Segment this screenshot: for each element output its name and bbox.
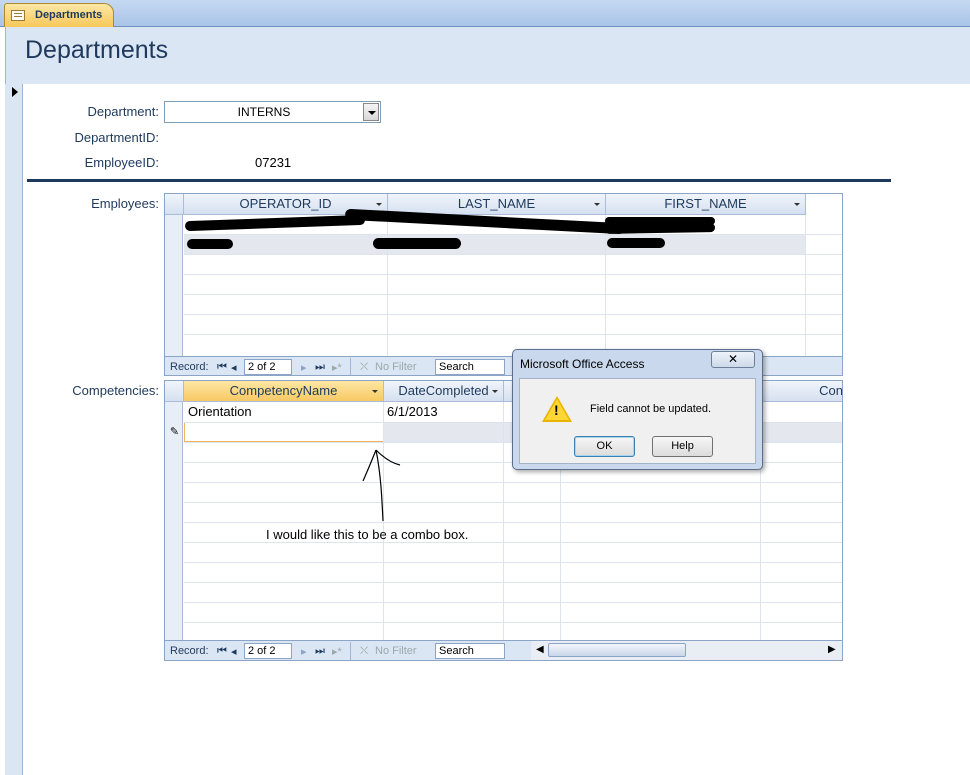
grid-line — [184, 582, 842, 583]
scroll-thumb[interactable] — [548, 643, 686, 657]
search-input[interactable]: Search — [435, 359, 505, 375]
select-all-corner[interactable] — [165, 381, 184, 402]
first-record-icon[interactable]: ⏮ — [217, 361, 227, 374]
next-record-icon[interactable]: ▸ — [301, 645, 307, 658]
new-record-icon[interactable]: ▸* — [332, 361, 342, 374]
redaction-scribble — [373, 238, 461, 249]
close-icon: ✕ — [727, 352, 739, 366]
select-all-corner[interactable] — [165, 194, 184, 215]
employees-label: Employees: — [91, 196, 159, 211]
record-position-input[interactable]: 2 of 2 — [244, 359, 292, 375]
scroll-right-icon[interactable]: ▶ — [828, 644, 836, 655]
redaction-scribble — [187, 239, 233, 249]
filter-status[interactable]: No Filter — [375, 361, 417, 373]
scroll-left-icon[interactable]: ◀ — [536, 644, 544, 655]
record-label: Record: — [170, 645, 209, 657]
horizontal-scrollbar[interactable]: ◀ ▶ — [531, 640, 842, 660]
hand-drawn-arrow — [362, 449, 401, 522]
form-icon — [11, 10, 25, 21]
help-button[interactable]: Help — [652, 436, 713, 457]
document-tab-strip — [0, 0, 970, 27]
chevron-down-icon[interactable] — [376, 203, 382, 206]
competency-name-cell[interactable]: Orientation — [188, 404, 252, 419]
record-selector-bar[interactable] — [5, 84, 23, 775]
grid-line — [184, 622, 842, 623]
departmentid-label: DepartmentID: — [74, 130, 159, 145]
table-row[interactable] — [184, 234, 806, 254]
department-value: INTERNS — [237, 105, 291, 119]
row-selector-column[interactable] — [165, 215, 183, 356]
previous-record-icon[interactable]: ◂ — [231, 645, 237, 658]
filter-status[interactable]: No Filter — [375, 645, 417, 657]
grid-line — [184, 482, 842, 483]
error-dialog: Microsoft Office Access ✕ ! Field cannot… — [512, 349, 763, 470]
competencies-label: Competencies: — [72, 383, 159, 398]
chevron-down-icon[interactable] — [594, 203, 600, 206]
search-input[interactable]: Search — [435, 643, 505, 659]
section-divider — [27, 179, 891, 182]
employeeid-value: 07231 — [255, 155, 292, 170]
no-filter-icon[interactable]: ⛌ — [360, 361, 368, 374]
nav-separator — [350, 642, 351, 660]
grid-line — [184, 254, 842, 255]
grid-line — [184, 542, 842, 543]
chevron-down-icon[interactable] — [363, 103, 379, 121]
first-record-icon[interactable]: ⏮ — [217, 645, 227, 658]
redaction-scribble — [184, 214, 366, 232]
previous-record-icon[interactable]: ◂ — [231, 361, 237, 374]
column-header-date-completed[interactable]: DateCompleted — [384, 381, 504, 402]
redaction-scribble — [605, 217, 715, 225]
column-header-competency-name[interactable]: CompetencyName — [184, 381, 384, 402]
department-combo[interactable]: INTERNS — [164, 101, 381, 123]
new-record-icon[interactable]: ▸* — [332, 645, 342, 658]
dialog-body: ! Field cannot be updated. OK Help — [519, 378, 756, 464]
last-record-icon[interactable]: ⏭ — [315, 361, 325, 374]
tab-departments[interactable]: Departments — [4, 3, 114, 27]
grid-line — [184, 522, 842, 523]
chevron-down-icon[interactable] — [372, 390, 378, 393]
dialog-title: Microsoft Office Access — [520, 357, 645, 371]
column-header-first-name[interactable]: FIRST_NAME — [606, 194, 806, 215]
tab-label: Departments — [35, 9, 103, 21]
last-record-icon[interactable]: ⏭ — [315, 645, 325, 658]
close-button[interactable]: ✕ — [711, 351, 755, 368]
warning-mark: ! — [554, 402, 559, 418]
grid-line — [184, 274, 842, 275]
date-completed-cell[interactable]: 6/1/2013 — [387, 404, 438, 419]
nav-separator — [350, 358, 351, 375]
record-navigator: Record: ⏮ ◂ 2 of 2 ▸ ⏭ ▸* ⛌ No Filter Se… — [165, 640, 531, 660]
next-record-icon[interactable]: ▸ — [301, 361, 307, 374]
page-title: Departments — [25, 36, 169, 64]
department-label: Department: — [87, 104, 159, 119]
grid-line — [184, 602, 842, 603]
grid-line — [503, 402, 504, 640]
annotation-text: I would like this to be a combo box. — [266, 527, 469, 542]
grid-line — [184, 234, 842, 235]
pencil-icon: ✎ — [169, 426, 180, 438]
record-label: Record: — [170, 361, 209, 373]
grid-line — [560, 442, 561, 640]
ok-button[interactable]: OK — [574, 436, 635, 457]
new-record-cell[interactable] — [184, 422, 384, 442]
grid-line — [184, 294, 842, 295]
redaction-scribble — [607, 238, 665, 248]
grid-line — [184, 502, 842, 503]
dialog-message: Field cannot be updated. — [590, 403, 712, 415]
current-record-icon — [12, 87, 18, 97]
grid-line — [760, 442, 761, 640]
grid-line — [184, 314, 842, 315]
chevron-down-icon[interactable] — [794, 203, 800, 206]
chevron-down-icon[interactable] — [492, 390, 498, 393]
employeeid-label: EmployeeID: — [84, 155, 159, 170]
grid-line — [184, 562, 842, 563]
record-position-input[interactable]: 2 of 2 — [244, 643, 292, 659]
no-filter-icon[interactable]: ⛌ — [360, 645, 368, 658]
grid-line — [184, 334, 842, 335]
